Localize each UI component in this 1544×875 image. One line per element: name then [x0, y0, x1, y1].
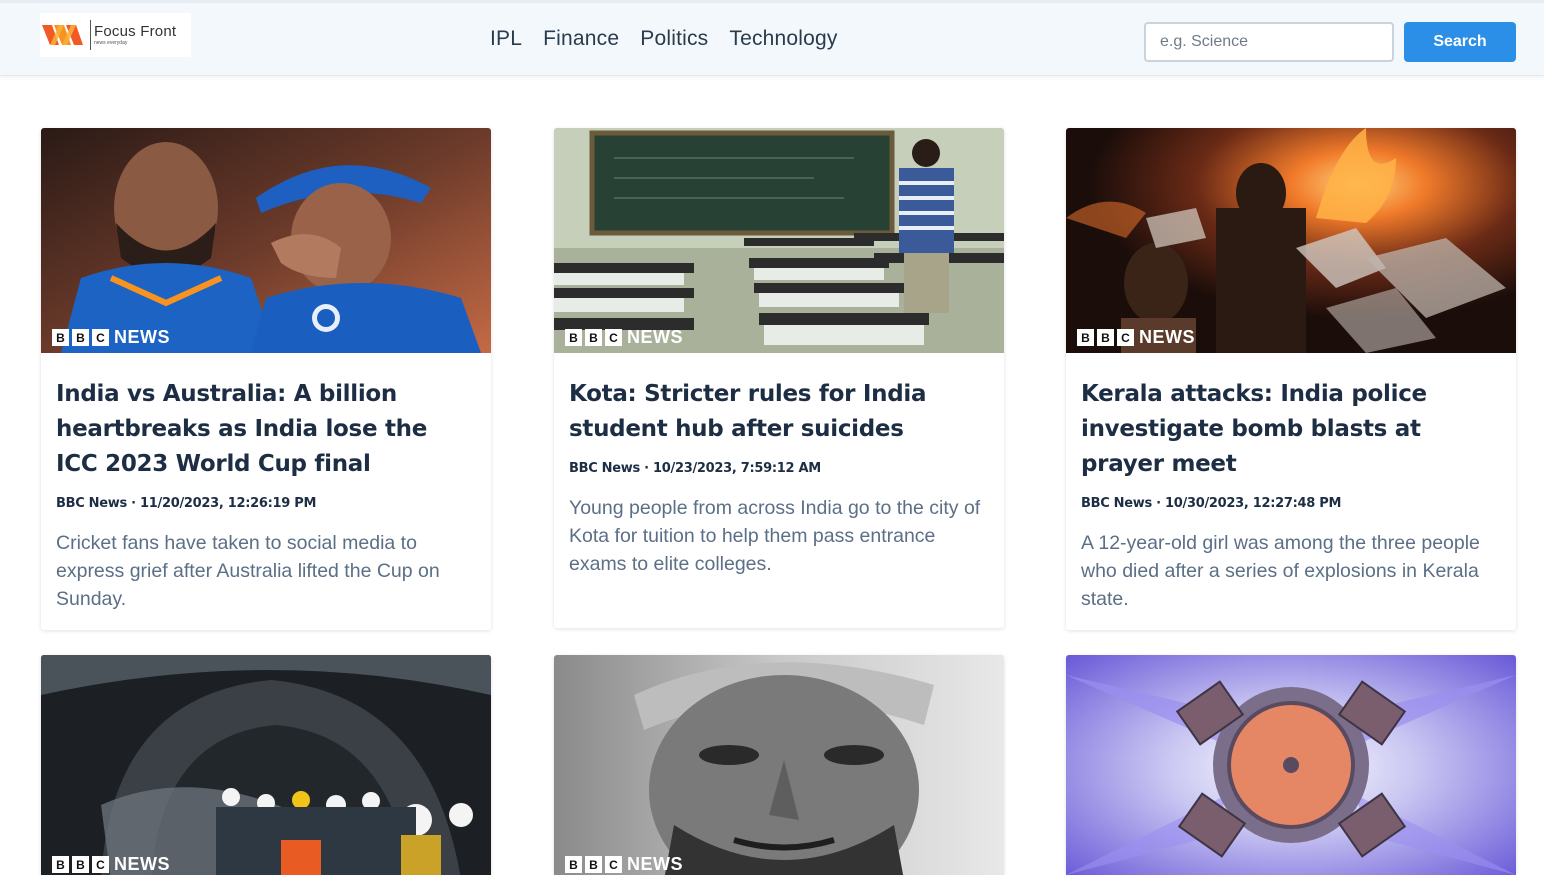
bbc-news-badge: B B C NEWS	[565, 327, 683, 348]
news-card-tunnel[interactable]: B B C NEWS	[41, 655, 491, 875]
logo-title: Focus Front	[94, 23, 177, 40]
news-card-portrait[interactable]: B B C NEWS	[554, 655, 1004, 875]
nav-link-finance[interactable]: Finance	[543, 27, 619, 51]
bbc-news-badge: B B C NEWS	[52, 854, 170, 875]
site-logo[interactable]: Focus Front news everyday	[40, 13, 191, 57]
news-image-kerala[interactable]: B B C NEWS	[1066, 128, 1516, 353]
bbc-box: C	[605, 856, 622, 873]
logo-text: Focus Front news everyday	[94, 24, 176, 46]
bbc-box: B	[1077, 329, 1094, 346]
news-card-cricket[interactable]: B B C NEWS India vs Australia: A billion…	[41, 128, 491, 630]
bbc-box: B	[585, 856, 602, 873]
news-image-cricket[interactable]: B B C NEWS	[41, 128, 491, 353]
news-image-tunnel[interactable]: B B C NEWS	[41, 655, 491, 875]
bbc-box: B	[72, 856, 89, 873]
card-description: Young people from across India go to the…	[569, 497, 981, 575]
news-image-portrait[interactable]: B B C NEWS	[554, 655, 1004, 875]
card-meta: BBC News · 10/23/2023, 7:59:12 AM	[569, 461, 821, 476]
bbc-box: B	[52, 856, 69, 873]
card-body: Kerala attacks: India police investigate…	[1066, 353, 1516, 630]
bbc-news-badge: B B C NEWS	[565, 854, 683, 875]
bbc-box: B	[1097, 329, 1114, 346]
card-title[interactable]: Kerala attacks: India police investigate…	[1081, 377, 1501, 482]
logo-divider	[90, 20, 91, 50]
news-image-kota[interactable]: B B C NEWS	[554, 128, 1004, 353]
bbc-news-label: NEWS	[627, 854, 683, 874]
search-button[interactable]: Search	[1404, 22, 1516, 62]
card-description: Cricket fans have taken to social media …	[56, 532, 440, 610]
nav-link-ipl[interactable]: IPL	[490, 27, 522, 51]
news-card-kerala[interactable]: B B C NEWS Kerala attacks: India police …	[1066, 128, 1516, 630]
bbc-box: B	[565, 856, 582, 873]
card-description: A 12-year-old girl was among the three p…	[1081, 532, 1480, 610]
category-nav: IPL Finance Politics Technology	[490, 27, 859, 51]
news-image-spacecraft[interactable]	[1066, 655, 1516, 875]
card-body: India vs Australia: A billion heartbreak…	[41, 353, 491, 630]
card-body: Kota: Stricter rules for India student h…	[554, 353, 1004, 596]
top-navbar: Focus Front news everyday IPL Finance Po…	[0, 0, 1544, 76]
bbc-box: B	[52, 329, 69, 346]
bbc-news-badge: B B C NEWS	[52, 327, 170, 348]
bbc-box: B	[72, 329, 89, 346]
nav-link-technology[interactable]: Technology	[729, 27, 837, 51]
news-card-spacecraft[interactable]	[1066, 655, 1516, 875]
search-input[interactable]	[1144, 22, 1394, 62]
bbc-box: B	[585, 329, 602, 346]
bbc-box: C	[92, 856, 109, 873]
card-meta: BBC News · 10/30/2023, 12:27:48 PM	[1081, 496, 1342, 511]
news-card-kota[interactable]: B B C NEWS Kota: Stricter rules for Indi…	[554, 128, 1004, 628]
bbc-news-label: NEWS	[114, 327, 170, 347]
bbc-box: B	[565, 329, 582, 346]
card-title[interactable]: India vs Australia: A billion heartbreak…	[56, 377, 476, 482]
bbc-news-label: NEWS	[1139, 327, 1195, 347]
logo-mark-icon	[42, 17, 86, 53]
card-meta: BBC News · 11/20/2023, 12:26:19 PM	[56, 496, 317, 511]
bbc-news-label: NEWS	[627, 327, 683, 347]
logo-tagline: news everyday	[94, 40, 128, 46]
bbc-news-badge: B B C NEWS	[1077, 327, 1195, 348]
bbc-news-label: NEWS	[114, 854, 170, 874]
bbc-box: C	[92, 329, 109, 346]
nav-link-politics[interactable]: Politics	[640, 27, 708, 51]
card-title[interactable]: Kota: Stricter rules for India student h…	[569, 377, 989, 447]
bbc-box: C	[1117, 329, 1134, 346]
bbc-box: C	[605, 329, 622, 346]
